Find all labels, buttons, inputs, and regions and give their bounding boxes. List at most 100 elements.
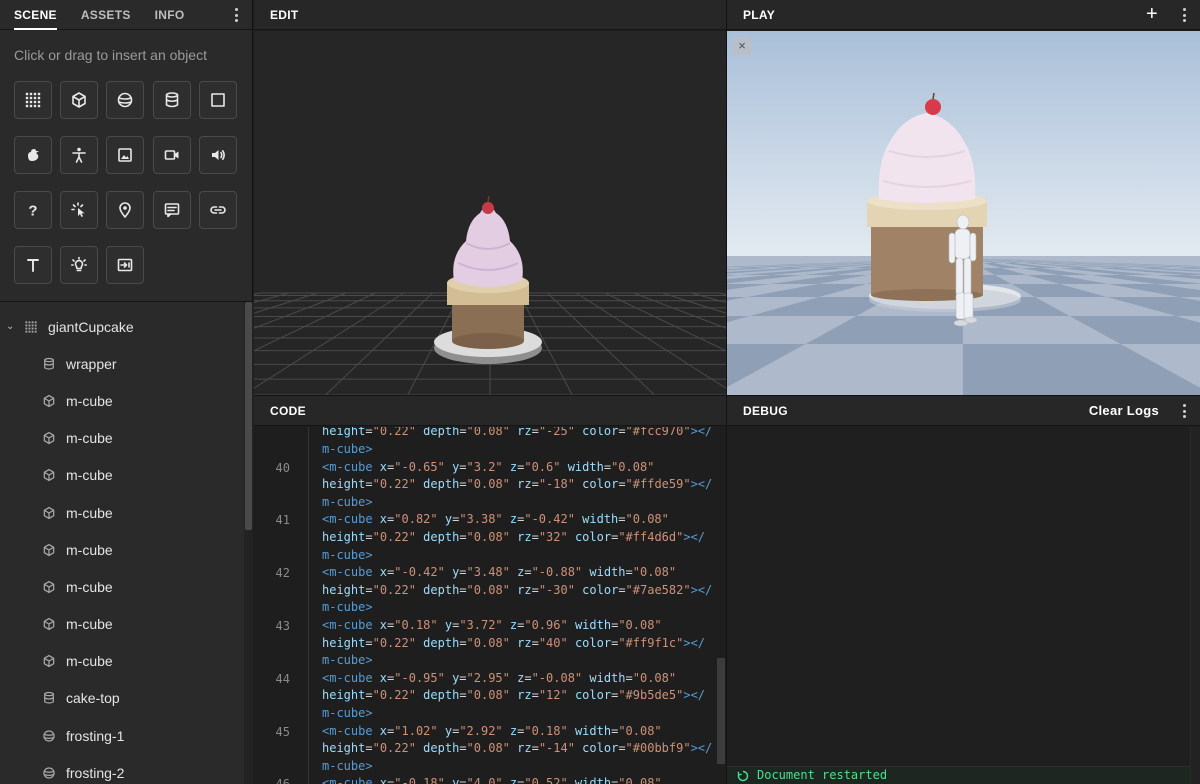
code-token: =: [365, 582, 373, 597]
cupcake-model[interactable]: [434, 195, 542, 364]
insert-text-button[interactable]: [14, 246, 52, 284]
code-token: "0.08": [618, 618, 662, 632]
tree-item[interactable]: m-cube: [0, 606, 242, 643]
vertical-divider[interactable]: [726, 0, 727, 784]
edit-viewport[interactable]: [254, 31, 726, 395]
insert-cylinder-button[interactable]: [153, 81, 191, 119]
debug-panel-header: DEBUG Clear Logs: [727, 396, 1200, 426]
insert-prompt-button[interactable]: [106, 246, 144, 284]
svg-text:?: ?: [28, 203, 37, 220]
play-panel-header: PLAY +: [727, 0, 1200, 30]
insert-label-button[interactable]: [153, 191, 191, 229]
insert-position-probe-button[interactable]: [106, 191, 144, 229]
audio-icon: [209, 146, 227, 164]
tree-item[interactable]: m-cube: [0, 382, 242, 419]
code-token: "0.22": [372, 635, 416, 650]
code-editor[interactable]: height="0.22" depth="0.08" rz="-25" colo…: [254, 427, 726, 784]
clear-logs-button[interactable]: Clear Logs: [1089, 403, 1159, 418]
panel-tabs: SCENE ASSETS INFO: [0, 0, 252, 30]
horizontal-divider[interactable]: [254, 395, 1200, 396]
code-token: <m-cube: [322, 459, 373, 474]
scene-menu-kebab-icon[interactable]: [232, 8, 240, 22]
tree-item[interactable]: frosting-1: [0, 717, 242, 754]
code-token: ></: [690, 477, 713, 492]
play-scene-canvas[interactable]: [727, 31, 1200, 395]
tree-item[interactable]: m-cube: [0, 643, 242, 680]
code-token: "0.08": [466, 427, 510, 439]
insert-video-button[interactable]: [153, 136, 191, 174]
insert-group-button[interactable]: [14, 81, 52, 119]
code-token: =: [459, 776, 467, 784]
tree-item[interactable]: frosting-2: [0, 754, 242, 784]
code-token: =: [618, 477, 626, 492]
add-icon[interactable]: +: [1146, 3, 1158, 26]
insert-light-button[interactable]: [60, 246, 98, 284]
cube-icon: [42, 506, 56, 520]
code-token: =: [365, 530, 373, 544]
code-line: height="0.22" depth="0.08" rz="-14" colo…: [322, 740, 712, 758]
code-token: "-0.08": [531, 670, 583, 685]
sphere-icon: [42, 729, 56, 743]
insert-audio-button[interactable]: [199, 136, 237, 174]
code-token: =: [524, 565, 532, 580]
code-line: m-cube>: [322, 758, 373, 776]
code-token: x: [372, 776, 388, 784]
tree-item-root[interactable]: ⌄ giantCupcake: [0, 308, 242, 345]
tab-assets[interactable]: ASSETS: [81, 0, 131, 30]
code-token: "0.08": [466, 635, 510, 650]
insert-question-button[interactable]: ?: [14, 191, 52, 229]
code-token: =: [603, 459, 612, 474]
insert-sphere-button[interactable]: [106, 81, 144, 119]
edit-scene-canvas[interactable]: [254, 31, 726, 395]
code-line: <m-cube x="1.02" y="2.92" z="0.18" width…: [322, 723, 662, 741]
sphere-icon: [116, 91, 134, 109]
insert-interaction-button[interactable]: [60, 191, 98, 229]
close-icon[interactable]: ×: [733, 37, 751, 55]
line-number: 43: [275, 619, 290, 633]
tree-item[interactable]: m-cube: [0, 457, 242, 494]
code-token: m-cube>: [322, 494, 373, 509]
insert-plane-button[interactable]: [199, 81, 237, 119]
code-token: y: [437, 723, 453, 738]
debug-scrollbar[interactable]: [1190, 427, 1200, 784]
code-token: "0.22": [372, 688, 416, 703]
insert-link-button[interactable]: [199, 191, 237, 229]
code-scrollbar[interactable]: [716, 427, 726, 784]
chevron-down-icon[interactable]: ⌄: [6, 321, 16, 332]
play-viewport[interactable]: ×: [727, 31, 1200, 395]
insert-image-button[interactable]: [106, 136, 144, 174]
tree-item-label: m-cube: [66, 578, 113, 595]
insert-model-button[interactable]: [14, 136, 52, 174]
code-token: =: [365, 477, 373, 492]
code-line: m-cube>: [322, 441, 373, 459]
insert-character-button[interactable]: [60, 136, 98, 174]
restart-icon: [737, 770, 749, 781]
tree-item[interactable]: m-cube: [0, 531, 242, 568]
scrollbar-thumb[interactable]: [245, 302, 252, 530]
code-token: "3.38": [459, 512, 503, 527]
cube-icon: [42, 617, 56, 631]
code-token: "3.48": [466, 565, 510, 580]
debug-menu-kebab-icon[interactable]: [1180, 404, 1188, 418]
tree-item[interactable]: wrapper: [0, 345, 242, 382]
play-menu-kebab-icon[interactable]: [1180, 8, 1188, 22]
code-token: width: [574, 512, 619, 527]
tree-item[interactable]: m-cube: [0, 420, 242, 457]
scrollbar-thumb[interactable]: [717, 658, 725, 764]
tab-info[interactable]: INFO: [155, 0, 185, 30]
code-token: "0.08": [466, 688, 510, 703]
cube-icon: [42, 468, 56, 482]
code-token: "#fcc970": [625, 427, 691, 439]
code-token: rz: [509, 635, 532, 650]
tab-scene[interactable]: SCENE: [14, 0, 57, 30]
tree-item[interactable]: m-cube: [0, 494, 242, 531]
model-icon: [24, 146, 42, 164]
code-token: z: [502, 776, 518, 784]
tree-item[interactable]: cake-top: [0, 680, 242, 717]
scene-tree-scrollbar[interactable]: [244, 302, 253, 784]
tree-item[interactable]: m-cube: [0, 568, 242, 605]
insert-cube-button[interactable]: [60, 81, 98, 119]
cube-icon: [42, 543, 56, 557]
code-token: y: [437, 512, 453, 527]
divider: [0, 301, 253, 302]
